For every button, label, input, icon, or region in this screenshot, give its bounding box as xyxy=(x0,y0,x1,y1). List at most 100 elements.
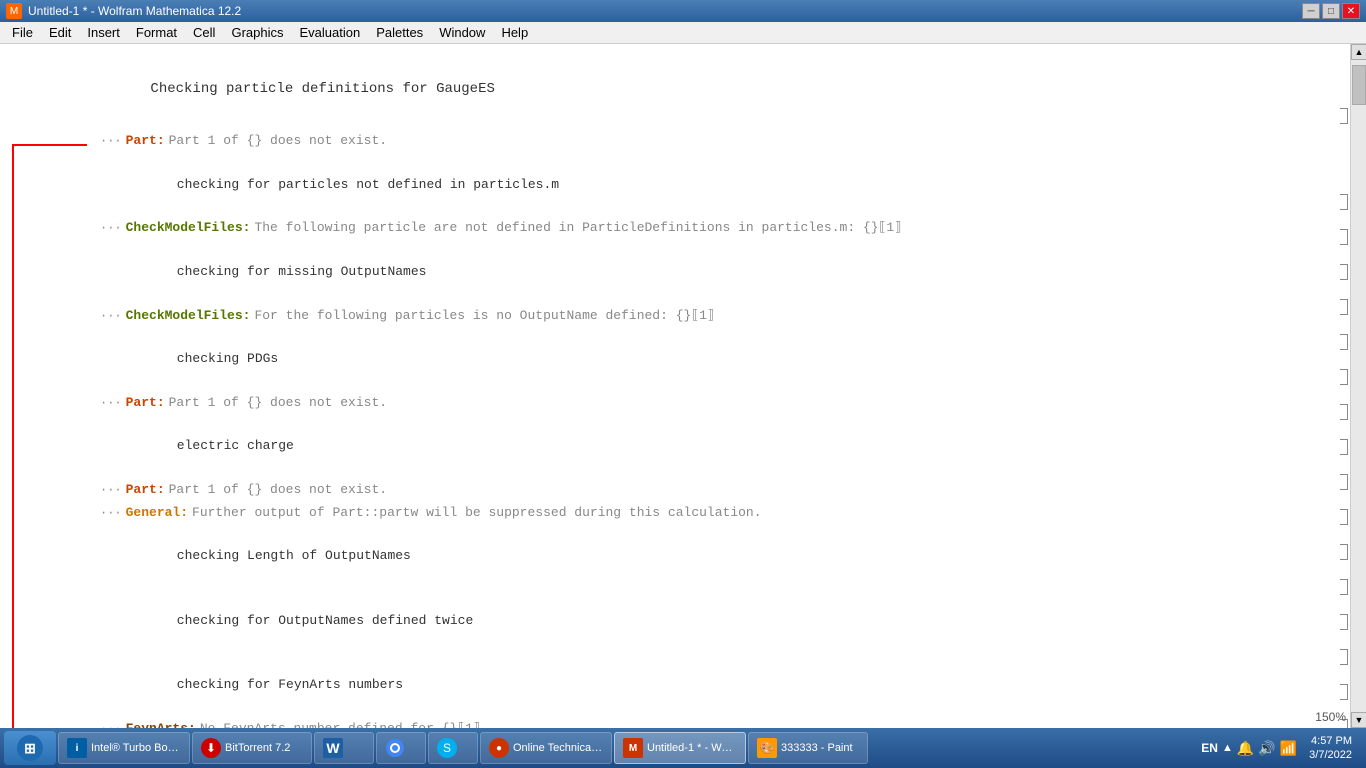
dots-10: ··· xyxy=(100,504,122,523)
minimize-button[interactable]: ─ xyxy=(1302,3,1320,19)
cell-bracket-16 xyxy=(1340,684,1348,700)
lang-indicator: EN xyxy=(1201,741,1218,755)
taskbar-icon-online-technical: ● xyxy=(489,738,509,758)
taskbar-item-chrome[interactable] xyxy=(376,732,426,764)
tray-network-icon: 🔔 xyxy=(1237,740,1254,757)
menu-evaluation[interactable]: Evaluation xyxy=(291,23,368,42)
taskbar-item-mathematica[interactable]: M Untitled-1 * - Wol... xyxy=(614,732,746,764)
cell-bracket-14 xyxy=(1340,614,1348,630)
taskbar-icon-chrome xyxy=(385,738,405,758)
maximize-button[interactable]: □ xyxy=(1322,3,1340,19)
text-check-2: For the following particles is no Output… xyxy=(254,306,714,327)
window-title: Untitled-1 * - Wolfram Mathematica 12.2 xyxy=(28,4,241,18)
svg-text:⊞: ⊞ xyxy=(24,740,36,756)
cell-bracket-4 xyxy=(1340,264,1348,280)
notebook-content: Checking particle definitions for GaugeE… xyxy=(0,44,1366,728)
text-general: Further output of Part::partw will be su… xyxy=(192,503,762,524)
start-button[interactable]: ⊞ xyxy=(4,731,56,765)
cell-bracket-1 xyxy=(1340,108,1348,124)
dots-5: ··· xyxy=(100,307,122,326)
menu-insert[interactable]: Insert xyxy=(79,23,128,42)
dots-14: ··· xyxy=(100,720,122,728)
windows-logo-icon: ⊞ xyxy=(16,734,44,762)
menu-graphics[interactable]: Graphics xyxy=(223,23,291,42)
taskbar-item-online-technical[interactable]: ● Online Technical ... xyxy=(480,732,612,764)
clock: 4:57 PM 3/7/2022 xyxy=(1303,734,1358,763)
sys-tray: EN ▲ 🔔 🔊 📶 xyxy=(1201,740,1297,757)
taskbar-label-bittorrent: BitTorrent 7.2 xyxy=(225,742,290,754)
dots-3: ··· xyxy=(100,219,122,238)
taskbar-item-bittorrent[interactable]: ⬇ BitTorrent 7.2 xyxy=(192,732,312,764)
cell-bracket-15 xyxy=(1340,649,1348,665)
message-line-9: ··· Part: Part 1 of {} does not exist. xyxy=(100,480,1306,501)
taskbar: ⊞ i Intel® Turbo Boo... ⬇ BitTorrent 7.2… xyxy=(0,728,1366,768)
message-line-10: ··· General: Further output of Part::par… xyxy=(100,503,1306,524)
red-bracket-top xyxy=(12,144,87,146)
taskbar-icon-skype: S xyxy=(437,738,457,758)
cell-bracket-9 xyxy=(1340,439,1348,455)
tray-arrow-icon[interactable]: ▲ xyxy=(1222,742,1233,754)
taskbar-item-word[interactable]: W xyxy=(314,732,374,764)
menu-file[interactable]: File xyxy=(4,23,41,42)
taskbar-right: EN ▲ 🔔 🔊 📶 4:57 PM 3/7/2022 xyxy=(1201,734,1362,763)
taskbar-icon-mathematica: M xyxy=(623,738,643,758)
scroll-thumb[interactable] xyxy=(1352,65,1366,105)
text-part-3: Part 1 of {} does not exist. xyxy=(169,480,387,501)
menu-cell[interactable]: Cell xyxy=(185,23,223,42)
menu-window[interactable]: Window xyxy=(431,23,493,42)
scroll-up-button[interactable]: ▲ xyxy=(1351,44,1366,60)
cell-bracket-11 xyxy=(1340,509,1348,525)
taskbar-item-intel[interactable]: i Intel® Turbo Boo... xyxy=(58,732,190,764)
cell-bracket-8 xyxy=(1340,404,1348,420)
main-area: Checking particle definitions for GaugeE… xyxy=(0,44,1366,728)
label-general: General: xyxy=(126,503,188,524)
taskbar-label-paint: 333333 - Paint xyxy=(781,742,853,754)
app-icon: M xyxy=(6,3,22,19)
scroll-down-button[interactable]: ▼ xyxy=(1351,712,1366,728)
text-part-1: Part 1 of {} does not exist. xyxy=(169,131,387,152)
dots-7: ··· xyxy=(100,394,122,413)
message-line-3: ··· CheckModelFiles: The following parti… xyxy=(100,218,1306,239)
clock-date: 3/7/2022 xyxy=(1309,748,1352,762)
menu-bar: File Edit Insert Format Cell Graphics Ev… xyxy=(0,22,1366,44)
code-line-6: checking for OutputNames defined twice xyxy=(100,590,1306,652)
cell-bracket-13 xyxy=(1340,579,1348,595)
taskbar-item-paint[interactable]: 🎨 333333 - Paint xyxy=(748,732,868,764)
menu-palettes[interactable]: Palettes xyxy=(368,23,431,42)
message-line-7: ··· Part: Part 1 of {} does not exist. xyxy=(100,393,1306,414)
label-feynarts: FeynArts: xyxy=(126,719,196,728)
label-part-2: Part: xyxy=(126,393,165,414)
taskbar-label-mathematica: Untitled-1 * - Wol... xyxy=(647,742,737,754)
label-part-1: Part: xyxy=(126,131,165,152)
cell-bracket-7 xyxy=(1340,369,1348,385)
code-line-4: electric charge xyxy=(100,416,1306,478)
message-line-1: ··· Part: Part 1 of {} does not exist. xyxy=(100,131,1306,152)
taskbar-label-intel: Intel® Turbo Boo... xyxy=(91,742,181,754)
label-part-3: Part: xyxy=(126,480,165,501)
menu-help[interactable]: Help xyxy=(493,23,536,42)
menu-edit[interactable]: Edit xyxy=(41,23,79,42)
title-bar-controls[interactable]: ─ □ ✕ xyxy=(1302,3,1360,19)
code-line-2: checking for missing OutputNames xyxy=(100,241,1306,303)
close-button[interactable]: ✕ xyxy=(1342,3,1360,19)
notebook-heading: Checking particle definitions for GaugeE… xyxy=(100,56,1306,123)
code-line-5: checking Length of OutputNames xyxy=(100,526,1306,588)
taskbar-label-online-technical: Online Technical ... xyxy=(513,742,603,754)
cell-bracket-6 xyxy=(1340,334,1348,350)
label-check-2: CheckModelFiles: xyxy=(126,306,251,327)
title-bar-left: M Untitled-1 * - Wolfram Mathematica 12.… xyxy=(6,3,241,19)
text-part-2: Part 1 of {} does not exist. xyxy=(169,393,387,414)
taskbar-icon-word: W xyxy=(323,738,343,758)
menu-format[interactable]: Format xyxy=(128,23,185,42)
right-scrollbar[interactable]: ▲ ▼ xyxy=(1350,44,1366,728)
dots-9: ··· xyxy=(100,481,122,500)
taskbar-icon-paint: 🎨 xyxy=(757,738,777,758)
tray-connection-icon: 📶 xyxy=(1280,740,1297,757)
message-line-14: ··· FeynArts: No FeynArts number defined… xyxy=(100,719,1306,728)
taskbar-icon-bittorrent: ⬇ xyxy=(201,738,221,758)
cell-bracket-5 xyxy=(1340,299,1348,315)
cell-bracket-2 xyxy=(1340,194,1348,210)
red-bracket-vertical xyxy=(12,144,14,728)
taskbar-item-skype[interactable]: S xyxy=(428,732,478,764)
scroll-track[interactable] xyxy=(1351,60,1366,712)
